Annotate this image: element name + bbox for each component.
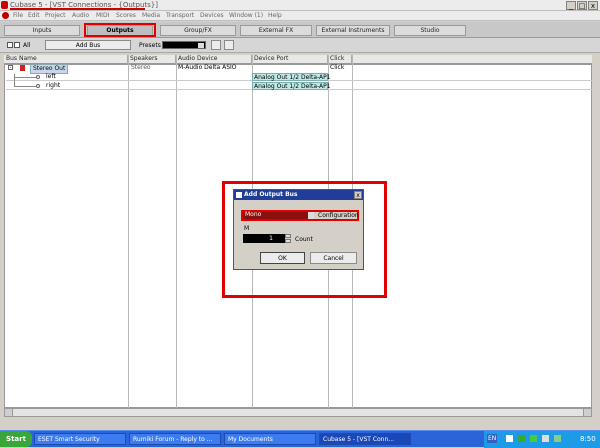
- add-bus-button[interactable]: Add Bus: [45, 40, 131, 50]
- taskbar: Start ESET Smart Security Rumiki Forum -…: [0, 430, 600, 448]
- presets-dropdown[interactable]: [162, 41, 206, 49]
- tree-line: [14, 86, 36, 87]
- menu-project[interactable]: Project: [45, 12, 66, 19]
- grid-header: Bus Name Speakers Audio Device Device Po…: [4, 55, 592, 64]
- menu-bar: File Edit Project Audio MIDI Scores Medi…: [0, 11, 600, 21]
- col-bus-name[interactable]: Bus Name: [4, 55, 128, 64]
- presets-label: Presets: [139, 42, 161, 49]
- menu-help[interactable]: Help: [268, 12, 282, 19]
- ok-button[interactable]: OK: [260, 252, 305, 264]
- tray-icon[interactable]: [530, 435, 537, 442]
- close-button[interactable]: x: [588, 1, 598, 10]
- col-device-port[interactable]: Device Port: [252, 55, 328, 64]
- title-highlight: [10, 0, 145, 10]
- menu-edit[interactable]: Edit: [28, 12, 40, 19]
- menu-midi[interactable]: MIDI: [96, 12, 109, 19]
- minimize-button[interactable]: _: [566, 1, 576, 10]
- table-row[interactable]: left Analog Out 1/2 Delta-AP1: [6, 73, 592, 81]
- col-audio-device[interactable]: Audio Device: [176, 55, 252, 64]
- tray-icon[interactable]: [542, 435, 549, 442]
- speakers-cell[interactable]: Stereo: [131, 64, 151, 72]
- channel-icon: [36, 75, 40, 79]
- menu-media[interactable]: Media: [142, 12, 160, 19]
- table-row[interactable]: right Analog Out 1/2 Delta-AP1: [6, 74, 592, 90]
- dialog-close-button[interactable]: x: [354, 191, 362, 199]
- delete-preset-icon[interactable]: [224, 40, 234, 50]
- tray-icon[interactable]: [518, 435, 525, 442]
- device-port-cell[interactable]: Analog Out 1/2 Delta-AP1: [252, 73, 331, 81]
- tab-studio[interactable]: Studio: [394, 25, 466, 36]
- collapse-icon[interactable]: -: [8, 65, 13, 71]
- divider: [176, 55, 177, 408]
- dialog-title: Add Output Bus: [234, 190, 363, 200]
- channel-name-cell[interactable]: right: [46, 82, 60, 90]
- divider: [128, 55, 129, 408]
- device-port-cell[interactable]: Analog Out 1/2 Delta-AP1: [252, 82, 331, 90]
- title-bar: Cubase 5 - [VST Connections - {Outputs}]…: [0, 0, 600, 11]
- col-speakers[interactable]: Speakers: [128, 55, 176, 64]
- menu-window[interactable]: Window (1): [229, 12, 263, 19]
- taskbar-item-forum[interactable]: Rumiki Forum - Reply to ...: [129, 433, 221, 445]
- configuration-label: Configuration: [318, 212, 359, 219]
- count-down-icon[interactable]: [285, 239, 291, 243]
- speaker-icon: [20, 65, 25, 71]
- tab-external-instruments[interactable]: External Instruments: [316, 25, 390, 36]
- tree-line: [14, 77, 36, 78]
- tab-inputs[interactable]: Inputs: [4, 25, 80, 36]
- tab-external-fx[interactable]: External FX: [240, 25, 312, 36]
- menu-audio[interactable]: Audio: [72, 12, 89, 19]
- taskbar-item-eset[interactable]: ESET Smart Security: [34, 433, 126, 445]
- configuration-select[interactable]: Mono: [243, 212, 314, 219]
- chevron-down-icon[interactable]: [308, 212, 314, 219]
- tree-line: [14, 74, 15, 86]
- scroll-right-icon[interactable]: [583, 409, 591, 416]
- collapse-all-icon[interactable]: [14, 42, 20, 48]
- table-row[interactable]: - Stereo Out Stereo M-Audio Delta ASIO C…: [6, 64, 592, 74]
- click-cell[interactable]: Click: [330, 64, 344, 72]
- menu-file[interactable]: File: [13, 12, 23, 19]
- audio-device-cell[interactable]: M-Audio Delta ASIO: [178, 64, 237, 72]
- channel-name-cell[interactable]: left: [46, 73, 56, 81]
- taskbar-item-my-documents[interactable]: My Documents: [224, 433, 316, 445]
- all-label: All: [23, 42, 31, 49]
- channel-icon: [36, 84, 40, 88]
- tab-group-fx[interactable]: Group/FX: [160, 25, 236, 36]
- maximize-button[interactable]: □: [577, 1, 587, 10]
- taskbar-item-cubase[interactable]: Cubase 5 - [VST Conn...: [319, 433, 411, 445]
- system-tray: EN 8:50: [484, 431, 600, 448]
- chevron-down-icon: [198, 43, 204, 48]
- horizontal-scrollbar[interactable]: [4, 408, 592, 417]
- menu-scores[interactable]: Scores: [116, 12, 136, 19]
- menu-transport[interactable]: Transport: [166, 12, 194, 19]
- tray-icon[interactable]: [554, 435, 561, 442]
- tray-icon[interactable]: [506, 435, 513, 442]
- dialog-app-icon: [236, 192, 242, 198]
- language-indicator[interactable]: EN: [487, 434, 498, 443]
- count-label: Count: [295, 236, 313, 243]
- count-up-icon[interactable]: [285, 234, 291, 238]
- cancel-button[interactable]: Cancel: [310, 252, 357, 264]
- clock: 8:50: [580, 435, 596, 443]
- toolbar: All Add Bus Presets: [0, 38, 600, 53]
- save-preset-icon[interactable]: [211, 40, 221, 50]
- m-label: M: [244, 225, 250, 232]
- count-input[interactable]: 1: [243, 234, 285, 243]
- expand-all-icon[interactable]: [7, 42, 13, 48]
- col-click[interactable]: Click: [328, 55, 352, 64]
- scroll-left-icon[interactable]: [5, 409, 13, 416]
- add-output-bus-dialog: Add Output Bus x Mono Configuration M 1 …: [233, 189, 364, 270]
- outputs-tab-highlight: [84, 23, 156, 37]
- menu-devices[interactable]: Devices: [200, 12, 224, 19]
- start-button[interactable]: Start: [0, 431, 32, 447]
- cubase-menu-icon[interactable]: [2, 12, 9, 19]
- cubase-logo-icon: [1, 1, 8, 9]
